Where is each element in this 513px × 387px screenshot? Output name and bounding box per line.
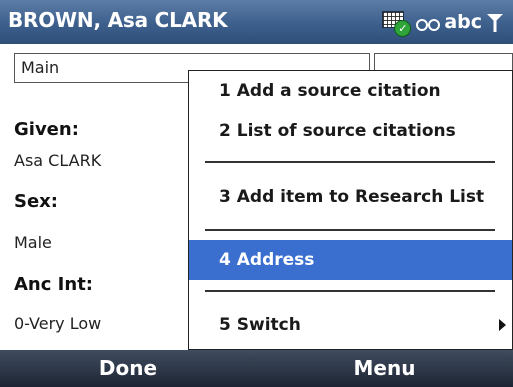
given-value[interactable]: Asa CLARK xyxy=(14,151,101,170)
input-mode-label: abc xyxy=(444,11,482,33)
anc-int-label: Anc Int: xyxy=(14,274,93,295)
menu-item-address[interactable]: 4 Address xyxy=(189,240,512,280)
menu-item-add-source-citation[interactable]: 1 Add a source citation xyxy=(189,71,512,111)
anc-int-value[interactable]: 0-Very Low xyxy=(14,314,101,333)
keyboard-check-icon[interactable]: ✓ xyxy=(382,7,412,37)
title-bar: BROWN, Asa CLARK ✓ abc xyxy=(0,0,513,44)
done-softkey[interactable]: Done xyxy=(0,350,256,387)
menu-item-switch-label: 5 Switch xyxy=(219,315,301,335)
signal-icon xyxy=(487,14,503,32)
submenu-arrow-icon xyxy=(499,319,506,331)
menu-separator xyxy=(205,290,495,292)
sex-label: Sex: xyxy=(14,191,58,212)
menu-item-add-to-research-list[interactable]: 3 Add item to Research List xyxy=(189,177,512,217)
menu-item-list-source-citations[interactable]: 2 List of source citations xyxy=(189,111,512,151)
menu-item-switch[interactable]: 5 Switch xyxy=(189,305,512,345)
menu-separator xyxy=(205,161,495,163)
softkey-bar: Done Menu xyxy=(0,350,513,387)
window-title: BROWN, Asa CLARK xyxy=(8,8,228,32)
sex-value[interactable]: Male xyxy=(14,233,52,252)
input-mode-icon xyxy=(416,19,441,31)
given-label: Given: xyxy=(14,119,79,140)
context-menu: 1 Add a source citation 2 List of source… xyxy=(188,70,513,350)
menu-softkey[interactable]: Menu xyxy=(256,350,513,387)
menu-separator xyxy=(205,229,495,231)
status-icons: ✓ abc xyxy=(382,4,505,40)
